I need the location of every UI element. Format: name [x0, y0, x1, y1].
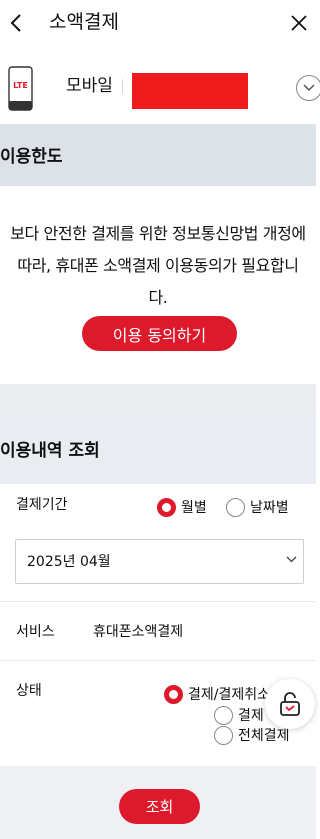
device-name: 모바일 [66, 76, 113, 96]
floating-lock-button[interactable] [265, 679, 315, 729]
phone-icon: LTE [8, 66, 33, 111]
section-spacer [0, 384, 316, 412]
agreement-notice: 보다 안전한 결제를 위한 정보통신망법 개정에 따라, 휴대폰 소액결제 이용… [10, 224, 306, 307]
limit-section-header: 이용한도 [0, 124, 316, 186]
radio-label: 결제 [238, 708, 264, 724]
radio-unselected-icon [226, 497, 245, 517]
agree-button[interactable]: 이용 동의하기 [82, 316, 237, 351]
divider [0, 660, 316, 661]
chevron-down-icon [303, 84, 315, 92]
radio-label: 월별 [181, 500, 207, 516]
close-icon [291, 15, 307, 31]
history-section-header: 이용내역 조회 [0, 412, 316, 484]
divider [122, 79, 123, 94]
redacted-phone-number [132, 73, 248, 109]
radio-unselected-icon [214, 725, 233, 745]
chevron-left-icon [10, 14, 21, 32]
chevron-down-icon [286, 556, 297, 563]
close-button[interactable] [284, 7, 314, 39]
status-radio-all[interactable]: 전체결제 [214, 725, 290, 745]
month-select-value: 2025년 04월 [27, 554, 111, 570]
radio-unselected-icon [214, 705, 233, 725]
month-select[interactable]: 2025년 04월 [15, 539, 304, 584]
radio-selected-icon [164, 684, 183, 704]
history-section-title: 이용내역 조회 [0, 441, 100, 461]
radio-selected-icon [157, 497, 176, 517]
radio-label: 날짜별 [250, 500, 289, 516]
status-radio-pay[interactable]: 결제 [214, 705, 264, 725]
service-value: 휴대폰소액결제 [93, 624, 184, 640]
divider [0, 601, 316, 602]
search-button[interactable]: 조회 [119, 789, 200, 824]
expand-button[interactable] [296, 75, 320, 101]
radio-label: 결제/결제취소 [188, 687, 270, 703]
unlock-icon [280, 692, 300, 716]
limit-section-title: 이용한도 [0, 147, 63, 167]
status-radio-pay-cancel[interactable]: 결제/결제취소 [164, 684, 270, 704]
page-title: 소액결제 [49, 11, 119, 33]
device-selector: LTE 모바일 [0, 58, 320, 120]
service-label: 서비스 [16, 624, 55, 640]
phone-badge: LTE [13, 81, 28, 90]
status-label: 상태 [16, 683, 42, 699]
app-header: 소액결제 [0, 0, 316, 46]
radio-label: 전체결제 [238, 728, 290, 744]
period-radio-monthly[interactable]: 월별 [157, 497, 207, 517]
back-button[interactable] [2, 6, 30, 40]
period-radio-daily[interactable]: 날짜별 [226, 497, 289, 517]
period-label: 결제기간 [16, 497, 68, 513]
